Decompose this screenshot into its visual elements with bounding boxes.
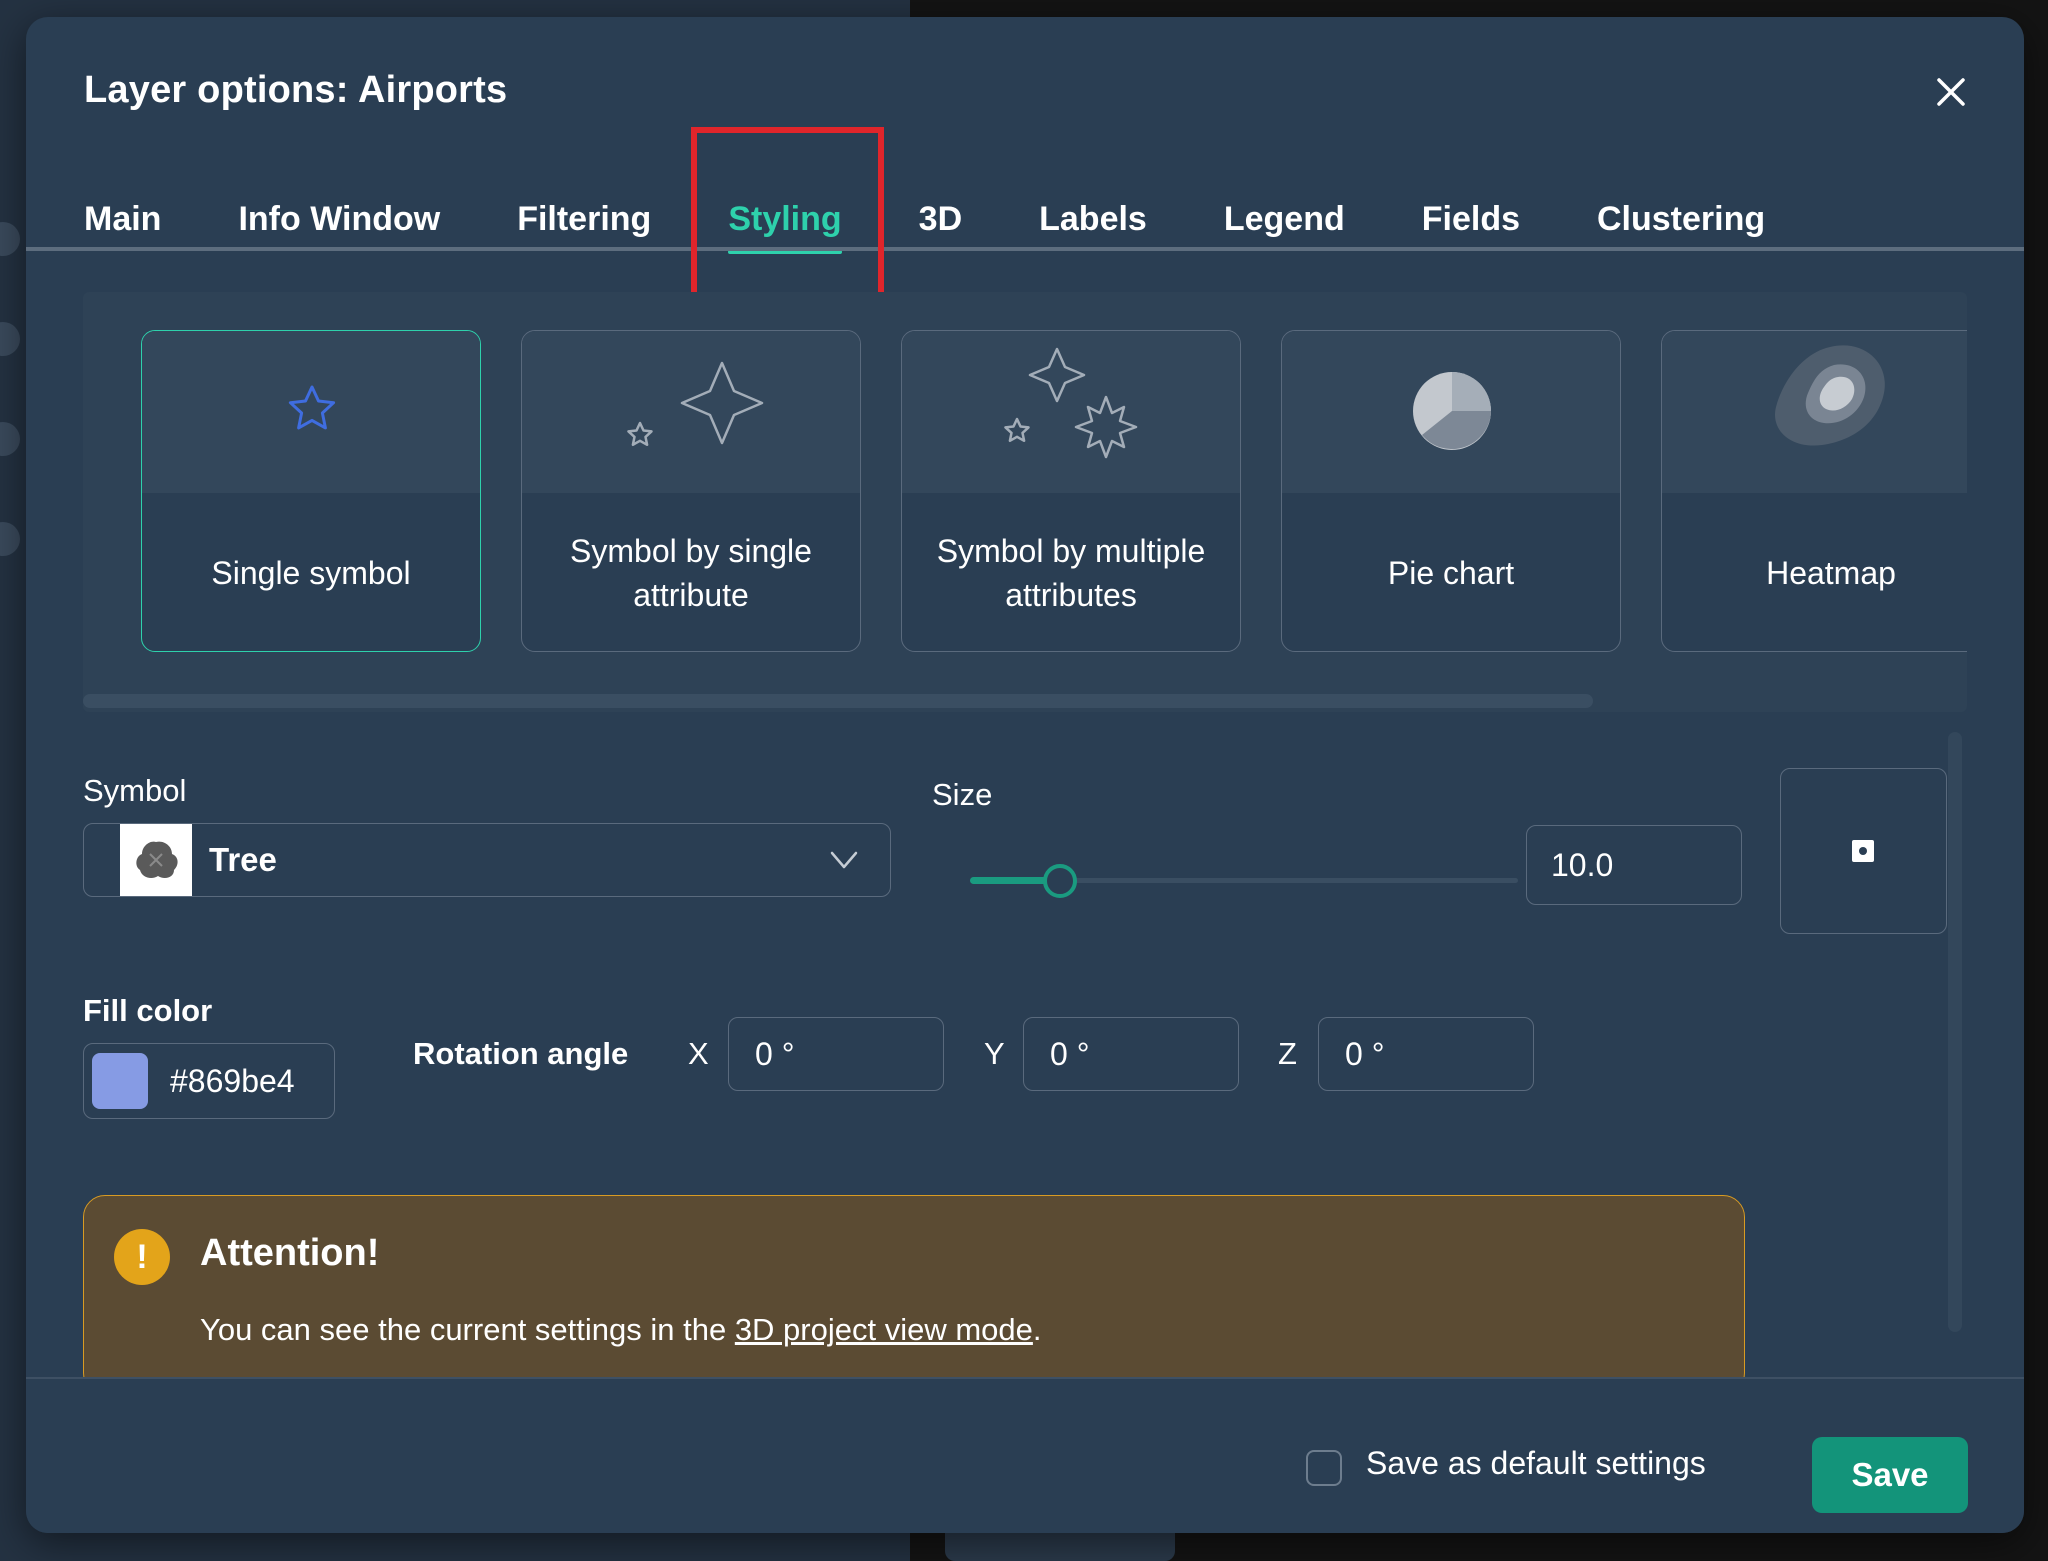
dialog-footer: Save as default settings Save	[26, 1377, 2024, 1533]
rotation-x-label: X	[688, 1036, 709, 1071]
warning-icon: !	[114, 1229, 170, 1285]
rotation-angle-label: Rotation angle	[413, 1036, 629, 1071]
style-card-label: Single symbol	[211, 555, 411, 591]
rotation-z-label: Z	[1278, 1036, 1297, 1071]
style-type-panel: Single symbol Symbol by single attribute	[83, 292, 1967, 712]
tree-icon	[120, 824, 192, 896]
3d-view-mode-link[interactable]: 3D project view mode	[735, 1312, 1033, 1347]
alert-text-prefix: You can see the current settings in the	[200, 1312, 735, 1347]
stars-icon	[627, 361, 764, 447]
rotation-y-input[interactable]: 0 °	[1023, 1017, 1239, 1091]
tabs-divider	[26, 247, 2024, 251]
pie-chart-icon	[1413, 372, 1491, 450]
style-card-label: Pie chart	[1387, 555, 1515, 591]
tab-fields[interactable]: Fields	[1422, 177, 1520, 252]
save-default-label[interactable]: Save as default settings	[1366, 1445, 1706, 1482]
save-button[interactable]: Save	[1812, 1437, 1968, 1513]
rotation-z-input[interactable]: 0 °	[1318, 1017, 1534, 1091]
rotation-y-label: Y	[984, 1036, 1005, 1071]
tab-clustering[interactable]: Clustering	[1597, 177, 1765, 252]
color-swatch[interactable]	[92, 1053, 148, 1109]
layer-options-dialog: Layer options: Airports Main Info Window…	[26, 17, 2024, 1533]
close-button[interactable]	[1926, 67, 1976, 117]
close-icon	[1937, 78, 1965, 106]
style-card-single-symbol[interactable]: Single symbol	[141, 330, 481, 652]
tab-legend[interactable]: Legend	[1224, 177, 1345, 252]
tab-info-window[interactable]: Info Window	[238, 177, 440, 252]
fill-color-picker[interactable]: #869be4	[83, 1043, 335, 1119]
symbol-preview	[1780, 768, 1947, 934]
style-card-heatmap[interactable]: Heatmap	[1661, 330, 1967, 652]
dialog-title: Layer options: Airports	[84, 69, 508, 111]
attention-alert: ! Attention! You can see the current set…	[83, 1195, 1745, 1395]
symbol-dropdown[interactable]: Tree	[83, 823, 891, 897]
size-label: Size	[932, 777, 993, 812]
style-card-label: Symbol by multiple attributes	[936, 533, 1206, 613]
preview-symbol-icon	[1852, 840, 1874, 862]
heatmap-icon	[1775, 345, 1885, 446]
footer-divider	[26, 1377, 2024, 1379]
tab-filtering[interactable]: Filtering	[517, 177, 651, 252]
alert-message: You can see the current settings in the …	[200, 1312, 1042, 1348]
size-input[interactable]: 10.0	[1526, 825, 1742, 905]
fill-color-label: Fill color	[83, 993, 213, 1028]
style-card-label: Heatmap	[1766, 555, 1896, 591]
symbol-value: Tree	[209, 841, 277, 878]
cards-scrollbar[interactable]	[83, 694, 1593, 708]
tab-bar: Main Info Window Filtering Styling 3D La…	[84, 177, 1842, 254]
style-card-single-attribute[interactable]: Symbol by single attribute	[521, 330, 861, 652]
slider-handle[interactable]	[1043, 864, 1077, 898]
content-scrollbar[interactable]	[1948, 732, 1962, 1332]
star-icon	[288, 385, 336, 430]
multi-stars-icon	[1004, 347, 1138, 459]
chevron-down-icon	[830, 851, 858, 869]
save-default-checkbox[interactable]	[1306, 1450, 1342, 1486]
symbol-label: Symbol	[83, 773, 187, 808]
alert-title: Attention!	[200, 1232, 380, 1274]
fill-color-value: #869be4	[170, 1063, 295, 1099]
size-slider[interactable]	[970, 859, 1518, 901]
tab-labels[interactable]: Labels	[1039, 177, 1147, 252]
tab-main[interactable]: Main	[84, 177, 161, 252]
style-card-multiple-attributes[interactable]: Symbol by multiple attributes	[901, 330, 1241, 652]
tab-3d[interactable]: 3D	[919, 177, 962, 252]
style-card-pie-chart[interactable]: Pie chart	[1281, 330, 1621, 652]
rotation-x-input[interactable]: 0 °	[728, 1017, 944, 1091]
style-card-label: Symbol by single attribute	[570, 533, 812, 613]
alert-text-suffix: .	[1032, 1312, 1042, 1347]
